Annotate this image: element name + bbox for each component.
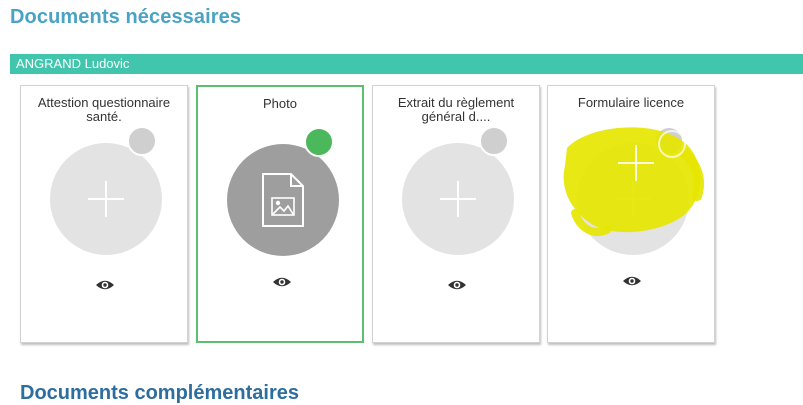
uploaded-document-thumbnail[interactable] — [227, 144, 339, 256]
document-title: Photo — [263, 96, 297, 111]
status-ok-icon — [304, 127, 334, 157]
document-card-reglement[interactable]: Extrait du règlement général d.... — [372, 85, 540, 343]
image-file-icon — [262, 173, 304, 227]
eye-icon[interactable] — [447, 278, 467, 292]
document-title: Extrait du règlement général d.... — [397, 95, 515, 124]
status-dot-icon — [127, 126, 157, 156]
status-dot-icon — [479, 126, 509, 156]
status-dot-icon — [654, 126, 684, 156]
eye-icon[interactable] — [95, 278, 115, 292]
upload-placeholder[interactable] — [577, 143, 689, 255]
document-title: Attestion questionnaire santé. — [37, 95, 171, 124]
document-card-attestation[interactable]: Attestion questionnaire santé. — [20, 85, 188, 343]
section-title: Documents nécessaires — [10, 6, 242, 28]
eye-icon[interactable] — [272, 275, 292, 289]
upload-placeholder[interactable] — [50, 143, 162, 255]
upload-placeholder[interactable] — [402, 143, 514, 255]
person-name: ANGRAND Ludovic — [16, 56, 130, 71]
document-card-photo[interactable]: Photo — [196, 85, 364, 343]
document-card-formulaire-licence[interactable]: Formulaire licence — [547, 85, 715, 343]
document-title: Formulaire licence — [577, 95, 685, 110]
eye-icon[interactable] — [622, 274, 642, 288]
person-header-bar: ANGRAND Ludovic — [10, 54, 803, 74]
